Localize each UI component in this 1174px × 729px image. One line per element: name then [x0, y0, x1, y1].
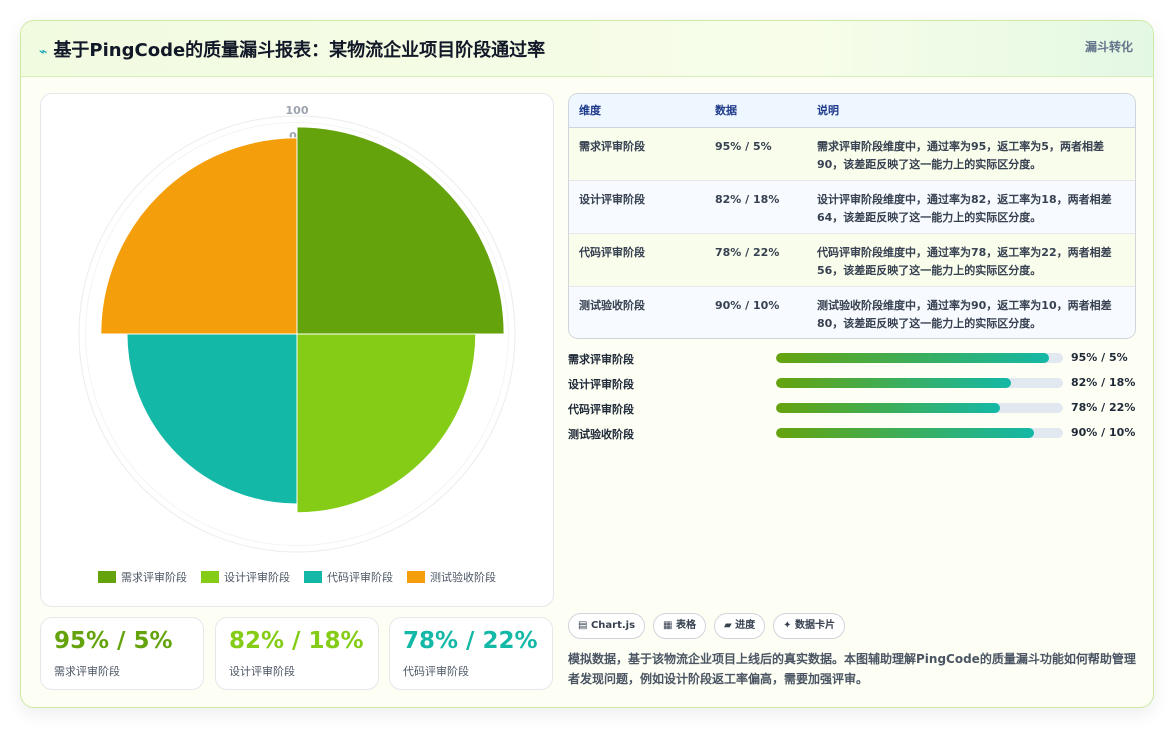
progress-track — [776, 403, 1063, 413]
chart-icon: ▤ — [578, 620, 588, 631]
column-header: 维度 — [569, 94, 705, 128]
page-title: ⌁ 基于PingCode的质量漏斗报表：某物流企业项目阶段通过率 — [39, 36, 545, 62]
card-header: ⌁ 基于PingCode的质量漏斗报表：某物流企业项目阶段通过率 漏斗转化 — [21, 21, 1153, 77]
polar-slice[interactable] — [296, 126, 505, 335]
cell-description: 代码评审阶段维度中，通过率为78，返工率为22，两者相差56，该差距反映了这一能… — [807, 233, 1135, 287]
legend-swatch — [201, 571, 219, 583]
chip-table[interactable]: ▦ 表格 — [653, 613, 706, 639]
cell-dimension: 设计评审阶段 — [569, 180, 705, 234]
kpi-card: 78% / 22% 代码评审阶段 — [389, 617, 553, 690]
chip-label: 数据卡片 — [795, 620, 836, 631]
cell-data: 95% / 5% — [705, 127, 807, 181]
progress-label: 设计评审阶段 — [568, 378, 634, 391]
kpi-label: 设计评审阶段 — [229, 665, 295, 678]
polar-area-chart: 0 100 需求评审阶段 设计评审阶段 代码评审阶段 测试验收阶段 — [40, 93, 554, 607]
progress-label: 需求评审阶段 — [568, 353, 634, 366]
legend-item[interactable]: 测试验收阶段 — [407, 569, 496, 585]
cell-description: 需求评审阶段维度中，通过率为95，返工率为5，两者相差90，该差距反映了这一能力… — [807, 127, 1135, 181]
progress-label: 代码评审阶段 — [568, 403, 634, 416]
polar-area-svg: 0 100 — [78, 104, 516, 553]
cell-data: 82% / 18% — [705, 180, 807, 234]
progress-row: 代码评审阶段 78% / 22% — [568, 401, 1138, 417]
chip-data-card[interactable]: ✦ 数据卡片 — [773, 613, 846, 639]
progress-value: 82% / 18% — [1071, 376, 1136, 389]
progress-value: 78% / 22% — [1071, 401, 1136, 414]
cell-description: 测试验收阶段维度中，通过率为90，返工率为10，两者相差80，该差距反映了这一能… — [807, 286, 1135, 338]
table-row: 代码评审阶段 78% / 22% 代码评审阶段维度中，通过率为78，返工率为22… — [569, 233, 1135, 287]
polar-slice[interactable] — [296, 333, 477, 514]
progress-value: 95% / 5% — [1071, 351, 1128, 364]
table-row: 需求评审阶段 95% / 5% 需求评审阶段维度中，通过率为95，返工率为5，两… — [569, 127, 1135, 181]
kpi-value: 95% / 5% — [54, 628, 173, 654]
pulse-icon: ⌁ — [39, 44, 48, 60]
progress-row: 测试验收阶段 90% / 10% — [568, 426, 1138, 442]
cell-data: 90% / 10% — [705, 286, 807, 338]
progress-value: 90% / 10% — [1071, 426, 1136, 439]
report-card: ⌁ 基于PingCode的质量漏斗报表：某物流企业项目阶段通过率 漏斗转化 0 1… — [20, 20, 1154, 708]
progress-track — [776, 353, 1063, 363]
progress-row: 需求评审阶段 95% / 5% — [568, 351, 1138, 367]
chip-label: 进度 — [735, 620, 756, 631]
header-tag: 漏斗转化 — [1084, 40, 1133, 54]
footnote: 模拟数据，基于该物流企业项目上线后的真实数据。本图辅助理解PingCode的质量… — [568, 652, 1136, 686]
kpi-label: 代码评审阶段 — [403, 665, 469, 678]
data-table: 维度 数据 说明 需求评审阶段 95% / 5% 需求评审阶段维度中，通过率为9… — [568, 93, 1136, 339]
progress-track — [776, 378, 1063, 388]
progress-track — [776, 428, 1063, 438]
polar-slice[interactable] — [126, 333, 298, 505]
polar-slice[interactable] — [100, 137, 298, 335]
radial-tick-label: 100 — [286, 104, 309, 117]
table-header-row: 维度 数据 说明 — [569, 94, 1135, 128]
column-header: 数据 — [705, 94, 807, 128]
sparkle-icon: ✦ — [783, 620, 792, 631]
cell-description: 设计评审阶段维度中，通过率为82，返工率为18，两者相差64，该差距反映了这一能… — [807, 180, 1135, 234]
legend-item[interactable]: 代码评审阶段 — [304, 569, 393, 585]
cell-dimension: 测试验收阶段 — [569, 286, 705, 338]
legend-item[interactable]: 设计评审阶段 — [201, 569, 290, 585]
legend-swatch — [98, 571, 116, 583]
cell-data: 78% / 22% — [705, 233, 807, 287]
feature-chips: ▤ Chart.js ▦ 表格 ▰ 进度 ✦ 数据卡片 — [568, 613, 846, 639]
kpi-label: 需求评审阶段 — [54, 665, 120, 678]
table-icon: ▦ — [663, 620, 673, 631]
kpi-value: 78% / 22% — [403, 628, 538, 654]
column-header: 说明 — [807, 94, 1135, 128]
legend-label: 代码评审阶段 — [327, 571, 393, 584]
chip-label: 表格 — [675, 620, 696, 631]
cell-dimension: 需求评审阶段 — [569, 127, 705, 181]
progress-fill — [776, 353, 1049, 363]
table-row: 测试验收阶段 90% / 10% 测试验收阶段维度中，通过率为90，返工率为10… — [569, 286, 1135, 338]
chart-legend: 需求评审阶段 设计评审阶段 代码评审阶段 测试验收阶段 — [41, 569, 553, 585]
progress-icon: ▰ — [723, 620, 732, 631]
progress-fill — [776, 428, 1035, 438]
legend-label: 测试验收阶段 — [430, 571, 496, 584]
kpi-card: 95% / 5% 需求评审阶段 — [40, 617, 204, 690]
progress-label: 测试验收阶段 — [568, 428, 634, 441]
progress-row: 设计评审阶段 82% / 18% — [568, 376, 1138, 392]
legend-swatch — [304, 571, 322, 583]
cell-dimension: 代码评审阶段 — [569, 233, 705, 287]
progress-fill — [776, 403, 1000, 413]
chip-progress[interactable]: ▰ 进度 — [713, 613, 766, 639]
chip-label: Chart.js — [590, 620, 636, 631]
kpi-value: 82% / 18% — [229, 628, 364, 654]
table-row: 设计评审阶段 82% / 18% 设计评审阶段维度中，通过率为82，返工率为18… — [569, 180, 1135, 234]
legend-label: 需求评审阶段 — [121, 571, 187, 584]
progress-fill — [776, 378, 1012, 388]
kpi-card: 82% / 18% 设计评审阶段 — [215, 617, 379, 690]
legend-item[interactable]: 需求评审阶段 — [98, 569, 187, 585]
page-title-text: 基于PingCode的质量漏斗报表：某物流企业项目阶段通过率 — [53, 40, 546, 61]
legend-swatch — [407, 571, 425, 583]
legend-label: 设计评审阶段 — [224, 571, 290, 584]
chip-chartjs[interactable]: ▤ Chart.js — [568, 613, 646, 639]
